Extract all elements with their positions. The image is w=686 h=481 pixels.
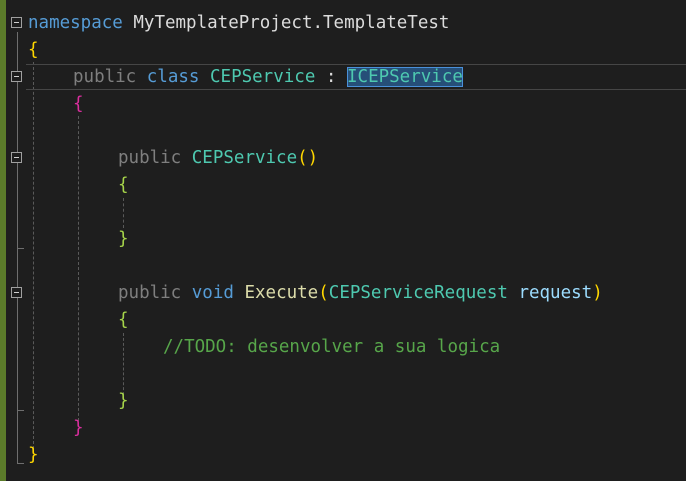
code-editor[interactable]: namespace MyTemplateProject.TemplateTest…: [0, 0, 686, 481]
indent-guide: [33, 62, 34, 454]
exec-param-type: CEPServiceRequest: [328, 283, 508, 303]
collapse-minus-icon[interactable]: [11, 287, 22, 298]
namespace-close-brace: }: [28, 445, 39, 465]
exec-open-brace: {: [118, 310, 129, 330]
indent-guide: [123, 198, 124, 228]
namespace-keyword: namespace: [28, 13, 123, 33]
exec-param-name: request: [518, 283, 593, 303]
class-public-keyword: public: [73, 67, 137, 87]
exec-paren-close: ): [592, 283, 603, 303]
code-line-namespace-close[interactable]: }: [28, 442, 39, 468]
collapse-minus-icon[interactable]: [11, 71, 22, 82]
code-line-class-open[interactable]: {: [73, 91, 84, 117]
namespace-name: MyTemplateProject.TemplateTest: [133, 13, 450, 33]
class-close-brace: }: [73, 418, 84, 438]
code-line-class[interactable]: public class CEPService : ICEPService: [73, 64, 463, 90]
ctor-parens: (): [297, 148, 319, 168]
code-line-exec-close[interactable]: }: [118, 388, 129, 414]
code-line-exec-open[interactable]: {: [118, 307, 129, 333]
ctor-public-keyword: public: [118, 148, 182, 168]
exec-public-keyword: public: [118, 283, 182, 303]
ctor-open-brace: {: [118, 175, 129, 195]
indent-guide: [78, 116, 79, 426]
class-open-brace: {: [73, 94, 84, 114]
exec-close-brace: }: [118, 391, 129, 411]
code-line-ctor-open[interactable]: {: [118, 172, 129, 198]
change-tracking-bar: [0, 0, 6, 481]
class-colon: :: [325, 67, 337, 87]
code-line-execute[interactable]: public void Execute(CEPServiceRequest re…: [118, 280, 603, 306]
outline-end-tick: [17, 463, 24, 464]
interface-name-selected[interactable]: ICEPService: [347, 67, 463, 87]
code-line-comment[interactable]: //TODO: desenvolver a sua logica: [163, 334, 500, 360]
exec-void-keyword: void: [191, 283, 234, 303]
ctor-name: CEPService: [191, 148, 298, 168]
code-line-constructor[interactable]: public CEPService(): [118, 145, 318, 171]
code-line-namespace[interactable]: namespace MyTemplateProject.TemplateTest: [28, 10, 449, 36]
code-line-ctor-close[interactable]: }: [118, 226, 129, 252]
exec-method-name: Execute: [244, 283, 319, 303]
namespace-open-brace: {: [28, 40, 39, 60]
outline-tick: [17, 410, 24, 411]
ctor-close-brace: }: [118, 229, 129, 249]
outline-tick: [17, 248, 24, 249]
code-line-class-close[interactable]: }: [73, 415, 84, 441]
class-name: CEPService: [210, 67, 316, 87]
todo-comment: //TODO: desenvolver a sua logica: [163, 337, 501, 357]
code-line-namespace-open[interactable]: {: [28, 37, 39, 63]
collapse-minus-icon[interactable]: [11, 152, 22, 163]
class-keyword: class: [146, 67, 200, 87]
collapse-minus-icon[interactable]: [11, 17, 22, 28]
exec-paren-open: (: [318, 283, 329, 303]
